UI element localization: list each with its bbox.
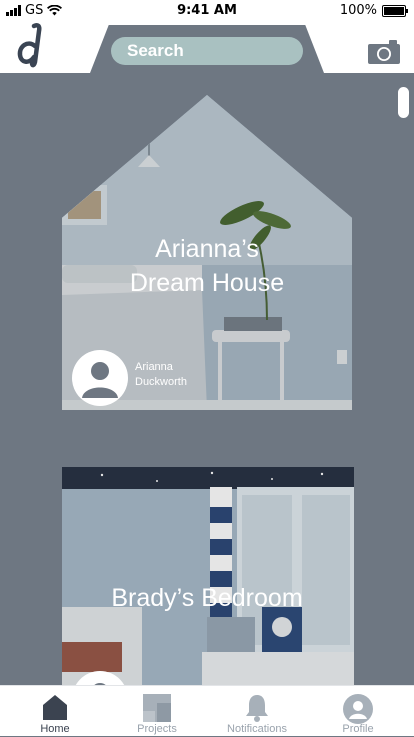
card-title-line: Arianna’s	[155, 235, 259, 263]
status-right: 100%	[339, 3, 408, 18]
owner-last-name: Duckworth	[135, 376, 187, 388]
card-title[interactable]: Brady’s Bedroom	[0, 581, 414, 615]
owner-first-name: Arianna	[135, 361, 173, 373]
profile-icon	[343, 694, 373, 724]
card-title-line: Dream House	[129, 269, 285, 297]
battery-fill	[384, 6, 404, 15]
tab-label: Home	[40, 723, 70, 735]
tab-label: Projects	[137, 723, 177, 735]
tab-label: Notifications	[227, 723, 287, 735]
projects-icon	[143, 694, 171, 722]
app-header: Search	[0, 20, 414, 73]
tab-notifications[interactable]: Notifications	[217, 686, 297, 737]
battery-percent: 100%	[339, 3, 377, 18]
tab-projects[interactable]: Projects	[117, 686, 197, 737]
bell-icon	[246, 695, 268, 722]
home-icon	[43, 695, 67, 720]
search-placeholder: Search	[127, 41, 184, 60]
tab-profile[interactable]: Profile	[318, 686, 398, 737]
card-title[interactable]: Arianna’s Dream House	[0, 232, 414, 300]
tab-bar: Home Projects Notifications Profile	[0, 685, 414, 736]
tab-home[interactable]: Home	[15, 686, 95, 737]
battery-icon	[382, 4, 408, 17]
status-bar: GS 9:41 AM 100%	[0, 0, 414, 20]
project-feed[interactable]: Arianna’s Dream House Arianna Duckworth	[0, 73, 414, 685]
avatar[interactable]	[72, 350, 128, 406]
camera-icon[interactable]	[367, 39, 401, 65]
scrollbar-thumb[interactable]	[398, 87, 409, 118]
search-input[interactable]: Search	[111, 37, 303, 65]
project-card[interactable]	[62, 467, 354, 685]
logo[interactable]	[14, 22, 46, 70]
tab-label: Profile	[342, 723, 374, 735]
bedroom-photo	[62, 467, 354, 685]
profile-icon	[82, 362, 118, 398]
owner-name[interactable]: Arianna Duckworth	[135, 360, 187, 390]
